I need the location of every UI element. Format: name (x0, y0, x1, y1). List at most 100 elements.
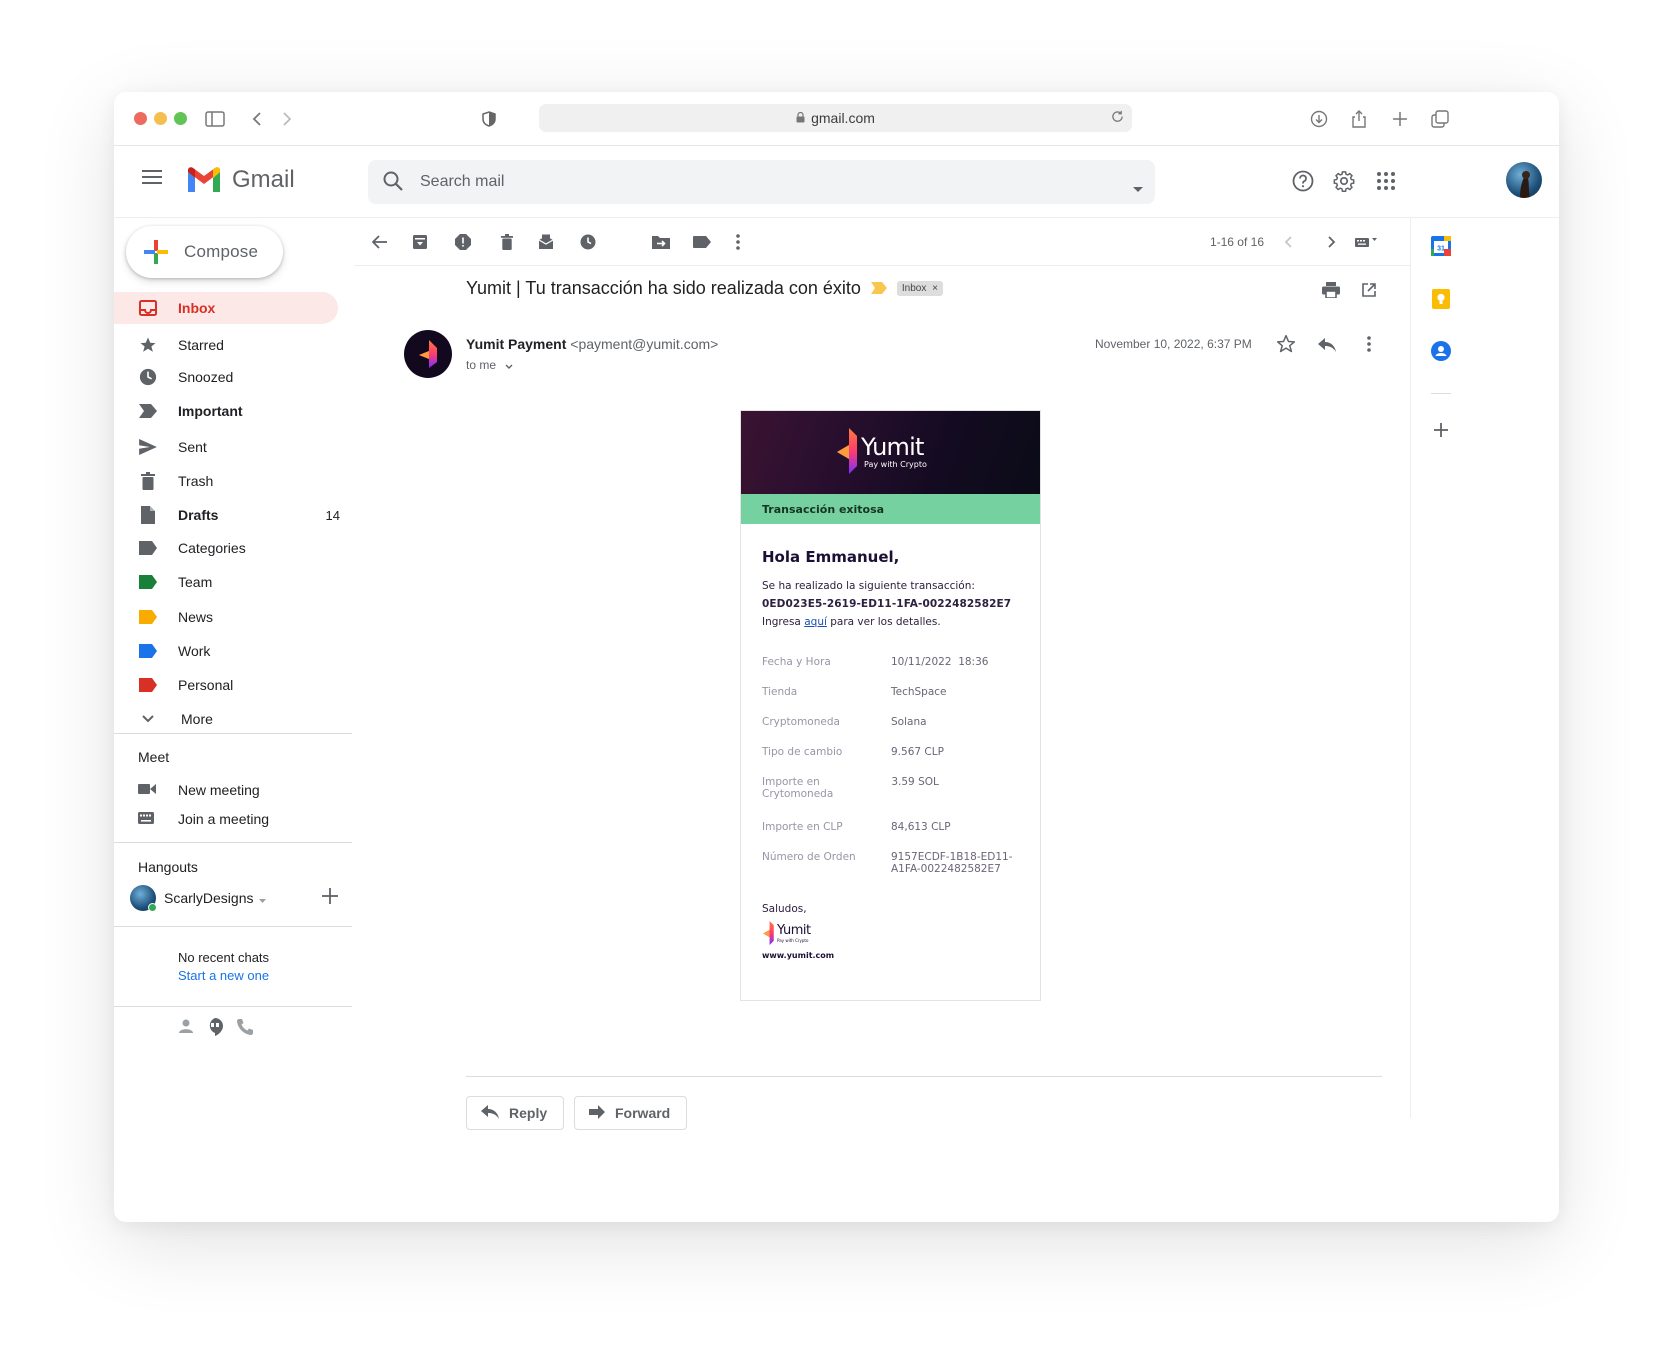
signoff: Saludos, (762, 903, 807, 915)
pagination-text: 1-16 of 16 (1209, 235, 1264, 249)
important-icon (138, 401, 158, 421)
search-icon[interactable] (382, 170, 404, 197)
share-icon[interactable] (1346, 106, 1372, 132)
join-meeting-link[interactable]: Join a meeting (138, 811, 269, 827)
sidebar-divider (114, 926, 352, 927)
newer-chevron-left-icon[interactable] (1276, 230, 1300, 254)
sidebar-item-more[interactable]: More (114, 702, 354, 736)
delete-icon[interactable] (495, 230, 519, 254)
sidebar-item-important[interactable]: Important (114, 392, 354, 430)
calendar-icon[interactable]: 31 (1430, 235, 1452, 257)
sidebar-item-categories[interactable]: Categories (114, 532, 354, 564)
forward-arrow-icon (589, 1104, 605, 1122)
row-value: 9157ECDF-1B18-ED11-A1FA-0022482582E7 (891, 851, 1013, 875)
get-addons-plus-icon[interactable] (1430, 419, 1452, 441)
join-meeting-label: Join a meeting (178, 811, 270, 827)
row-value: TechSpace (891, 686, 947, 698)
mark-unread-icon[interactable] (534, 230, 558, 254)
gmail-header: Gmail (114, 146, 1559, 218)
report-spam-icon[interactable] (451, 230, 475, 254)
sidebar-item-snoozed[interactable]: Snoozed (114, 362, 354, 392)
print-icon[interactable] (1322, 282, 1340, 303)
new-conversation-plus-icon[interactable] (322, 888, 338, 909)
search-input[interactable] (420, 170, 1070, 194)
archive-icon[interactable] (408, 230, 432, 254)
sidebar-item-inbox[interactable]: Inbox (114, 292, 338, 324)
sidebar-item-personal[interactable]: Personal (114, 668, 354, 702)
details-link[interactable]: aquí (804, 616, 827, 628)
open-new-window-icon[interactable] (1362, 283, 1376, 302)
sidebar-item-drafts[interactable]: Drafts 14 (114, 498, 354, 532)
label-icon (138, 641, 158, 661)
sidebar-item-trash[interactable]: Trash (114, 464, 354, 498)
star-email-icon[interactable] (1276, 334, 1296, 359)
new-tab-icon[interactable] (1387, 106, 1413, 132)
sidebar-item-starred[interactable]: Starred (114, 328, 354, 362)
inbox-label-chip[interactable]: Inbox × (896, 281, 943, 296)
details-line: Ingresa aquí para ver los detalles. (762, 616, 1019, 628)
status-dropdown-icon[interactable] (259, 890, 266, 906)
older-chevron-right-icon[interactable] (1320, 230, 1344, 254)
forward-icon[interactable] (274, 106, 300, 132)
browser-toolbar: gmail.com (114, 92, 1559, 146)
website-link[interactable]: www.yumit.com (762, 951, 1019, 960)
sidebar-toggle-icon[interactable] (202, 106, 228, 132)
sidebar-item-work[interactable]: Work (114, 634, 354, 668)
address-bar[interactable]: gmail.com (539, 104, 1132, 132)
back-icon[interactable] (244, 106, 270, 132)
sender-name[interactable]: Yumit Payment (466, 336, 566, 352)
contacts-person-icon[interactable] (178, 1018, 194, 1039)
compose-button[interactable]: Compose (126, 226, 283, 278)
rail-divider (1431, 393, 1451, 394)
more-vert-icon[interactable] (726, 230, 750, 254)
maximize-window-button[interactable] (174, 112, 187, 125)
sidebar-item-label: Sent (178, 439, 207, 455)
sidebar-item-label: Drafts (178, 507, 219, 523)
help-icon[interactable] (1288, 166, 1318, 196)
reply-button[interactable]: Reply (466, 1096, 565, 1130)
phone-icon[interactable] (236, 1018, 254, 1041)
hangouts-user[interactable]: ScarlyDesigns (130, 885, 266, 912)
chevron-down-icon (138, 709, 158, 729)
download-icon[interactable] (1306, 106, 1332, 132)
search-bar[interactable] (368, 160, 1155, 204)
start-new-chat-link[interactable]: Start a new one (178, 968, 269, 983)
close-window-button[interactable] (134, 112, 147, 125)
snooze-icon[interactable] (576, 230, 600, 254)
tabs-overview-icon[interactable] (1427, 106, 1453, 132)
row-value: 9.567 CLP (891, 746, 944, 758)
sender-info: Yumit Payment <payment@yumit.com> (466, 336, 718, 352)
search-options-icon[interactable] (1133, 179, 1143, 197)
email-more-vert-icon[interactable] (1367, 336, 1371, 357)
apps-grid-icon[interactable] (1371, 166, 1401, 196)
contacts-icon[interactable] (1430, 340, 1452, 362)
gmail-logo[interactable]: Gmail (186, 166, 295, 194)
reply-icon[interactable] (1318, 338, 1336, 357)
move-to-icon[interactable] (649, 230, 673, 254)
row-key: Cryptomoneda (762, 716, 840, 728)
row-value: 10/11/2022 18:36 (891, 656, 989, 668)
main-menu-icon[interactable] (142, 170, 162, 189)
important-marker-icon[interactable] (870, 278, 887, 299)
input-tools-keyboard-icon[interactable] (1352, 230, 1382, 254)
labels-icon[interactable] (690, 230, 714, 254)
hangouts-chat-icon[interactable] (206, 1017, 224, 1042)
sidebar-item-sent[interactable]: Sent (114, 430, 354, 464)
sender-avatar (404, 330, 452, 378)
show-details-chevron-icon[interactable] (505, 358, 513, 372)
keep-icon[interactable] (1430, 288, 1452, 310)
new-meeting-link[interactable]: New meeting (138, 782, 260, 798)
forward-button[interactable]: Forward (574, 1096, 688, 1130)
minimize-window-button[interactable] (154, 112, 167, 125)
sidebar-item-news[interactable]: News (114, 600, 354, 634)
shield-icon[interactable] (476, 106, 502, 132)
label-icon (138, 675, 158, 695)
remove-label-icon[interactable]: × (932, 283, 938, 294)
account-avatar[interactable] (1506, 162, 1542, 198)
recipient-line[interactable]: to me (466, 358, 513, 372)
sidebar-item-label: Categories (178, 540, 246, 556)
reload-icon[interactable] (1111, 110, 1124, 126)
sidebar-item-team[interactable]: Team (114, 564, 354, 600)
back-to-inbox-icon[interactable] (368, 230, 392, 254)
settings-gear-icon[interactable] (1329, 166, 1359, 196)
